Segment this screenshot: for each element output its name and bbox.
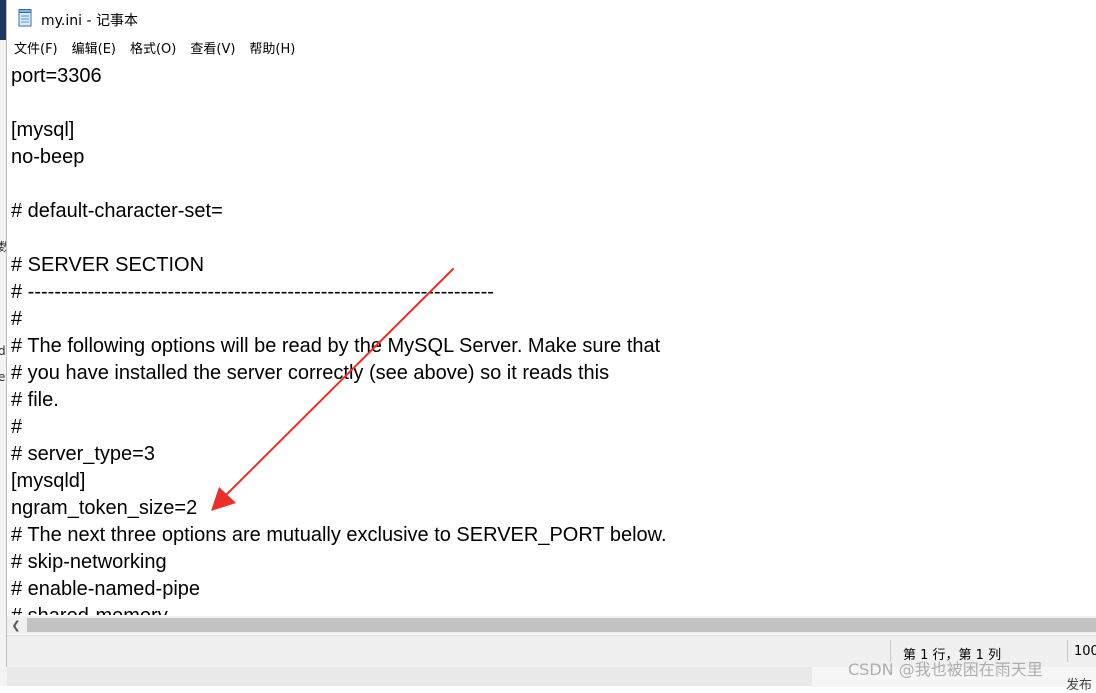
menu-file[interactable]: 文件(F) xyxy=(7,38,65,62)
editor-line[interactable]: port=3306 xyxy=(11,63,1096,90)
editor-line[interactable]: no-beep xyxy=(11,144,1096,171)
text-editor[interactable]: port=3306 [mysql] no-beep # default-chara… xyxy=(11,63,1096,615)
chevron-left-icon[interactable]: ❮ xyxy=(7,616,25,634)
editor-line[interactable]: # xyxy=(11,306,1096,333)
editor-line[interactable]: ngram_token_size=2 xyxy=(11,495,1096,522)
horizontal-scrollbar[interactable]: ❮ xyxy=(7,616,1096,634)
menu-bar: 文件(F) 编辑(E) 格式(O) 查看(V) 帮助(H) xyxy=(7,38,1096,62)
editor-line[interactable]: # xyxy=(11,414,1096,441)
editor-line[interactable]: # SERVER SECTION xyxy=(11,252,1096,279)
notepad-window[interactable]: my.ini - 记事本 文件(F) 编辑(E) 格式(O) 查看(V) 帮助(… xyxy=(7,0,1096,667)
notepad-icon xyxy=(18,9,32,27)
scrollbar-thumb[interactable] xyxy=(27,618,1096,632)
editor-line[interactable] xyxy=(11,225,1096,252)
editor-line[interactable]: # file. xyxy=(11,387,1096,414)
editor-line[interactable]: # you have installed the server correctl… xyxy=(11,360,1096,387)
status-divider xyxy=(1067,640,1068,662)
editor-line[interactable] xyxy=(11,90,1096,117)
editor-line[interactable]: # enable-named-pipe xyxy=(11,576,1096,603)
menu-edit[interactable]: 编辑(E) xyxy=(65,38,123,62)
menu-format[interactable]: 格式(O) xyxy=(123,38,183,62)
background-window-text: 发布 xyxy=(1066,678,1093,693)
watermark: CSDN @我也被困在雨天里 xyxy=(848,660,1043,679)
editor-line[interactable]: # default-character-set= xyxy=(11,198,1096,225)
editor-line[interactable]: # server_type=3 xyxy=(11,441,1096,468)
menu-view[interactable]: 查看(V) xyxy=(183,38,242,62)
background-window-titlebar xyxy=(0,0,7,40)
background-window-text: e xyxy=(0,370,6,384)
editor-line[interactable]: # skip-networking xyxy=(11,549,1096,576)
editor-line[interactable]: [mysql] xyxy=(11,117,1096,144)
zoom-level: 100 xyxy=(1074,644,1096,659)
background-window-text: d xyxy=(0,344,6,358)
menu-help[interactable]: 帮助(H) xyxy=(242,38,302,62)
editor-line[interactable]: # The following options will be read by … xyxy=(11,333,1096,360)
title-bar[interactable]: my.ini - 记事本 xyxy=(7,0,1096,36)
background-window-strip xyxy=(0,0,7,686)
editor-content[interactable]: port=3306 [mysql] no-beep # default-chara… xyxy=(11,63,1096,615)
editor-line[interactable]: [mysqld] xyxy=(11,468,1096,495)
editor-line[interactable]: # --------------------------------------… xyxy=(11,279,1096,306)
editor-line[interactable]: # The next three options are mutually ex… xyxy=(11,522,1096,549)
window-title: my.ini - 记事本 xyxy=(41,13,138,29)
editor-line[interactable]: # shared-memory xyxy=(11,603,1096,615)
editor-line[interactable] xyxy=(11,171,1096,198)
